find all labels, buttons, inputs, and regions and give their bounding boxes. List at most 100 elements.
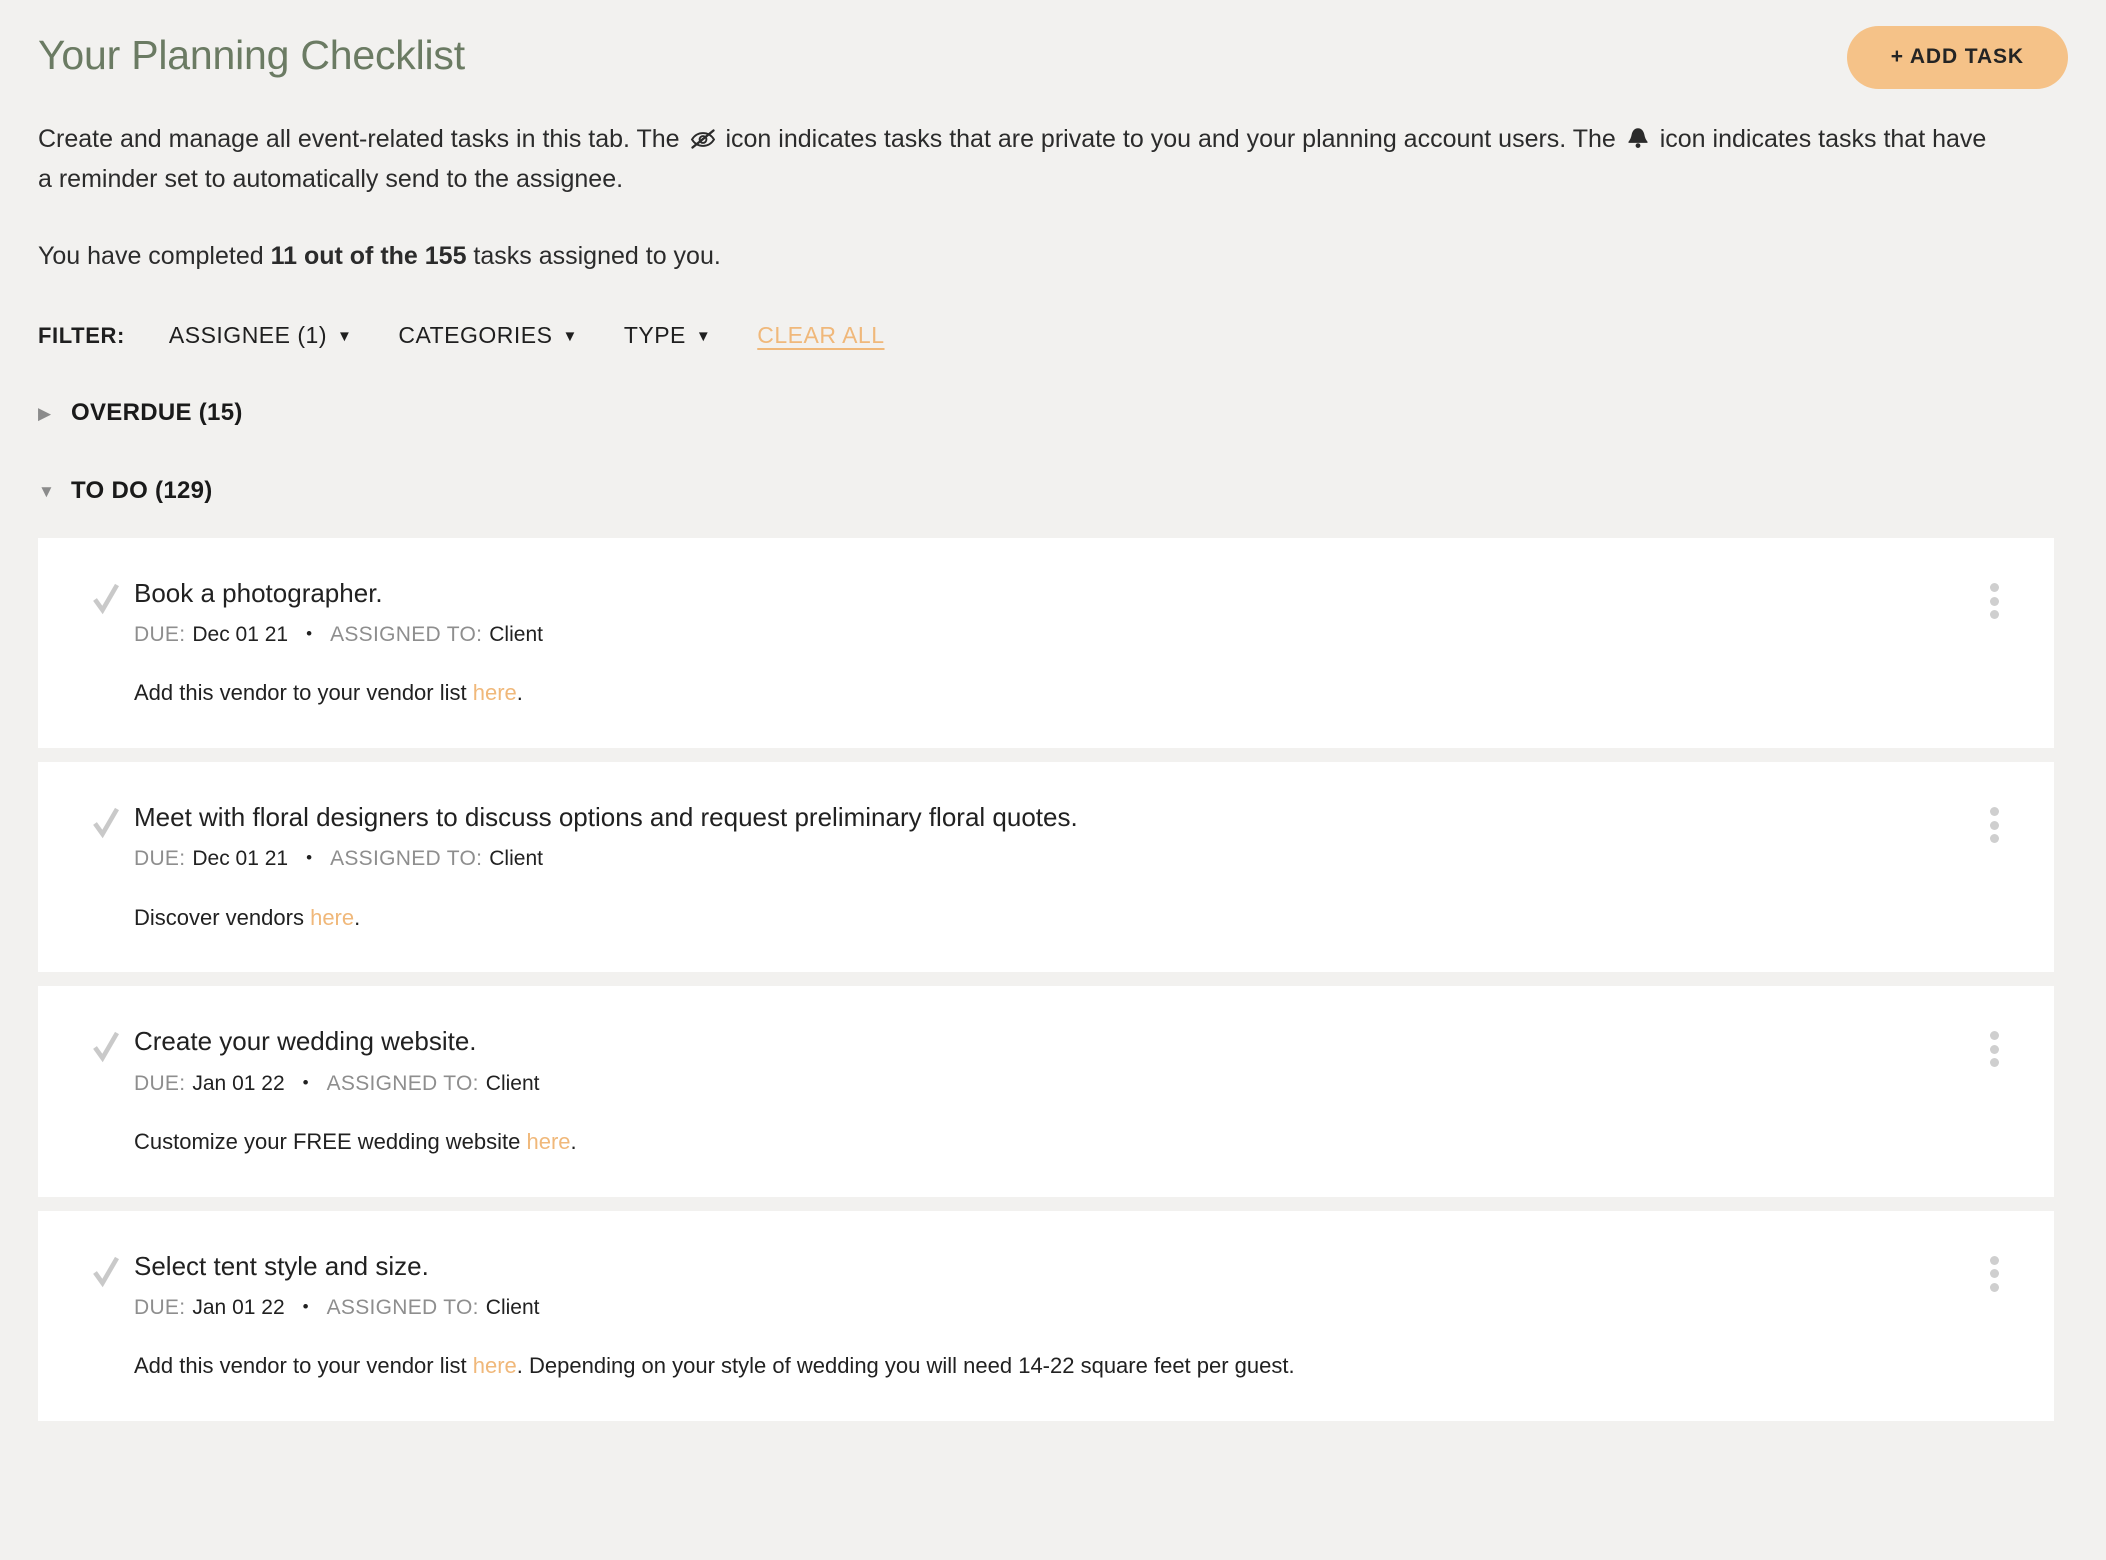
stats-suffix: tasks assigned to you. — [466, 242, 721, 270]
intro-text-part-2: icon indicates tasks that are private to… — [718, 125, 1623, 153]
note-text-after: . — [354, 904, 361, 930]
filter-type-dropdown[interactable]: TYPE ▼ — [624, 322, 711, 349]
task-options-menu-icon[interactable] — [1980, 580, 2008, 622]
clear-all-filters-button[interactable]: CLEAR ALL — [757, 322, 884, 349]
note-link[interactable]: here — [310, 905, 354, 930]
checkmark-icon[interactable] — [93, 806, 119, 840]
section-title-todo: TO DO (129) — [71, 477, 213, 504]
task-meta: DUE: Dec 01 21 • ASSIGNED TO: Client — [134, 621, 1994, 648]
chevron-down-icon: ▼ — [38, 481, 55, 501]
due-value: Dec 01 21 — [192, 847, 289, 871]
kebab-dot — [1989, 1058, 1999, 1068]
due-label: DUE: — [134, 623, 186, 647]
kebab-dot — [1989, 596, 1999, 606]
task-card[interactable]: Select tent style and size. DUE: Jan 01 2… — [38, 1210, 2054, 1421]
task-body: Create your wedding website. DUE: Jan 01 … — [134, 1026, 1994, 1156]
section-title-overdue: OVERDUE (15) — [71, 399, 243, 426]
filter-assignee-dropdown[interactable]: ASSIGNEE (1) ▼ — [169, 322, 352, 349]
due-value: Jan 01 22 — [192, 1295, 285, 1319]
assignee-value: Client — [485, 1071, 540, 1095]
task-card[interactable]: Book a photographer. DUE: Dec 01 21 • ASSIG… — [38, 538, 2054, 749]
task-note: Customize your FREE wedding website here… — [134, 1127, 1994, 1157]
kebab-dot — [1989, 1282, 1999, 1292]
section-header-todo[interactable]: ▼ TO DO (129) — [0, 477, 2106, 505]
task-options-menu-icon[interactable] — [1980, 804, 2008, 846]
intro-description: Create and manage all event-related task… — [0, 122, 2030, 197]
meta-separator: • — [302, 1296, 309, 1316]
assigned-to-label: ASSIGNED TO: — [330, 847, 483, 871]
task-title: Create your wedding website. — [134, 1026, 477, 1057]
chevron-down-icon: ▼ — [695, 328, 712, 345]
chevron-down-icon: ▼ — [562, 328, 578, 345]
assignee-value: Client — [485, 1295, 540, 1319]
note-text-after: . Depending on your style of wedding you… — [516, 1353, 1295, 1378]
page-header: Your Planning Checklist + ADD TASK — [0, 0, 2106, 89]
assigned-to-label: ASSIGNED TO: — [326, 1071, 479, 1095]
stats-highlight: 11 out of the 155 — [270, 242, 467, 270]
task-main: Book a photographer. DUE: Dec 01 21 • ASSIG… — [93, 578, 1994, 708]
stats-prefix: You have completed — [38, 242, 271, 270]
assigned-to-label: ASSIGNED TO: — [330, 623, 483, 647]
kebab-dot — [1989, 807, 1999, 817]
task-options-menu-icon[interactable] — [1980, 1028, 2008, 1070]
chevron-right-icon: ▶ — [38, 403, 52, 423]
task-body: Meet with floral designers to discuss op… — [134, 802, 1994, 932]
filter-label: FILTER: — [38, 322, 125, 348]
task-title: Book a photographer. — [134, 578, 383, 608]
due-label: DUE: — [134, 1295, 186, 1319]
task-list: Book a photographer. DUE: Dec 01 21 • ASSIG… — [0, 538, 2106, 1421]
task-note: Add this vendor to your vendor list here… — [134, 678, 1994, 708]
kebab-dot — [1989, 1031, 1999, 1041]
note-text-after: . — [570, 1128, 577, 1154]
kebab-dot — [1989, 820, 1999, 830]
page-title: Your Planning Checklist — [38, 32, 465, 78]
note-link[interactable]: here — [473, 1353, 517, 1378]
kebab-dot — [1989, 583, 1999, 592]
filter-categories-label: CATEGORIES — [398, 322, 553, 348]
task-meta: DUE: Jan 01 22 • ASSIGNED TO: Client — [134, 1070, 1994, 1097]
task-card[interactable]: Meet with floral designers to discuss op… — [38, 762, 2054, 973]
task-note: Discover vendors here. — [134, 903, 1994, 933]
completion-stats: You have completed 11 out of the 155 tas… — [0, 239, 2106, 274]
kebab-dot — [1989, 1255, 1999, 1265]
task-meta: DUE: Jan 01 22 • ASSIGNED TO: Client — [134, 1294, 1994, 1321]
task-options-menu-icon[interactable] — [1980, 1253, 2008, 1295]
meta-separator: • — [306, 624, 313, 644]
task-meta: DUE: Dec 01 21 • ASSIGNED TO: Client — [134, 845, 1994, 872]
filter-categories-dropdown[interactable]: CATEGORIES ▼ — [398, 322, 577, 349]
task-body: Book a photographer. DUE: Dec 01 21 • ASSIG… — [134, 578, 1994, 708]
task-note: Add this vendor to your vendor list here… — [134, 1351, 1994, 1381]
task-title: Meet with floral designers to discuss op… — [134, 802, 1078, 833]
task-main: Select tent style and size. DUE: Jan 01 2… — [93, 1251, 1994, 1381]
note-link[interactable]: here — [527, 1129, 571, 1154]
add-task-button[interactable]: + ADD TASK — [1846, 26, 2068, 89]
kebab-dot — [1989, 1269, 1999, 1279]
task-body: Select tent style and size. DUE: Jan 01 2… — [134, 1251, 1994, 1381]
checkmark-icon[interactable] — [93, 1030, 119, 1064]
due-value: Jan 01 22 — [192, 1071, 285, 1095]
checklist-page: Your Planning Checklist + ADD TASK Creat… — [0, 0, 2106, 1560]
chevron-down-icon: ▼ — [337, 328, 353, 345]
task-main: Create your wedding website. DUE: Jan 01 … — [93, 1026, 1994, 1156]
due-label: DUE: — [134, 1071, 186, 1095]
note-text-before: Discover vendors — [134, 904, 311, 930]
note-text-before: Add this vendor to your vendor list — [134, 1353, 473, 1378]
note-text-before: Customize your FREE wedding website — [134, 1128, 527, 1154]
filter-bar: FILTER: ASSIGNEE (1) ▼ CATEGORIES ▼ TYPE… — [0, 322, 2106, 349]
note-link[interactable]: here — [473, 680, 517, 705]
task-card[interactable]: Create your wedding website. DUE: Jan 01 … — [38, 986, 2054, 1197]
checkmark-icon[interactable] — [93, 582, 119, 616]
note-text-after: . — [516, 680, 523, 706]
meta-separator: • — [302, 1072, 309, 1092]
kebab-dot — [1989, 834, 1999, 844]
kebab-dot — [1989, 610, 1999, 619]
due-label: DUE: — [134, 847, 186, 871]
checkmark-icon[interactable] — [93, 1255, 119, 1289]
filter-assignee-label: ASSIGNEE (1) — [168, 322, 327, 348]
assigned-to-label: ASSIGNED TO: — [326, 1295, 479, 1319]
task-title: Select tent style and size. — [134, 1250, 429, 1281]
note-text-before: Add this vendor to your vendor list — [134, 680, 473, 706]
assignee-value: Client — [489, 623, 543, 647]
section-header-overdue[interactable]: ▶ OVERDUE (15) — [0, 399, 2106, 427]
meta-separator: • — [306, 848, 313, 868]
